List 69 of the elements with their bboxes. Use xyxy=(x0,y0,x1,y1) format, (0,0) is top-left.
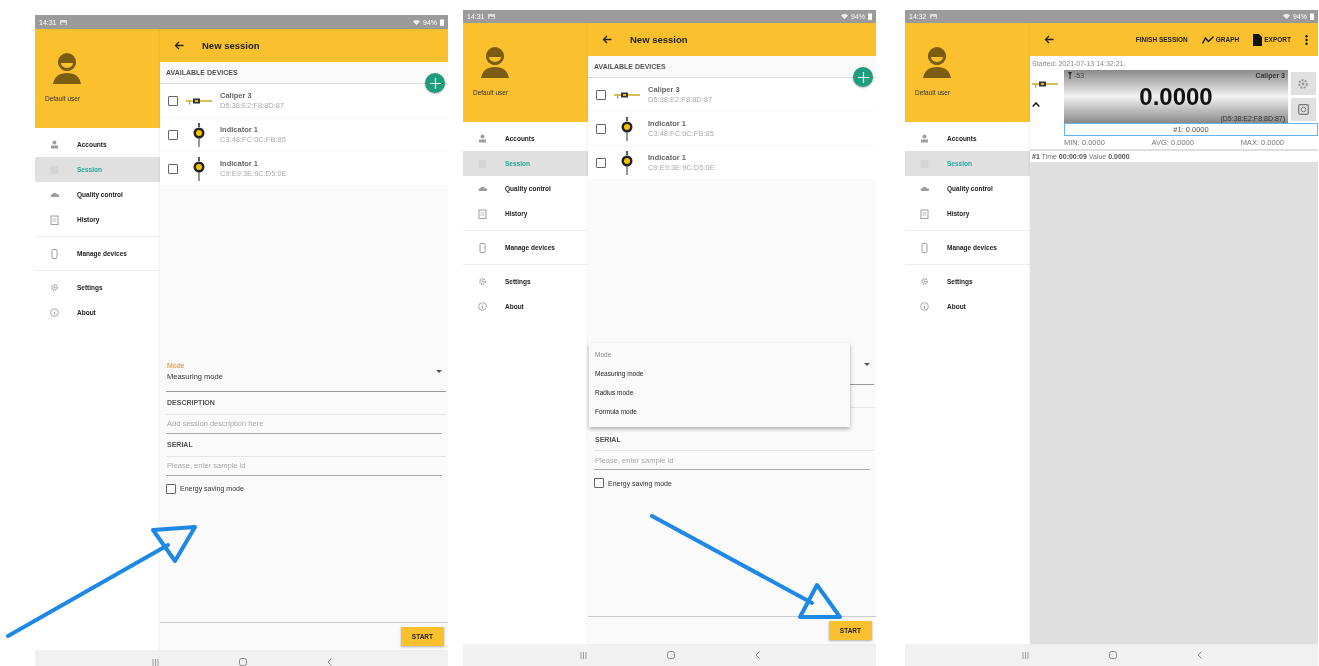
document-icon xyxy=(1253,33,1263,46)
checkbox[interactable] xyxy=(596,89,606,100)
screen-title: New session xyxy=(202,40,260,51)
camera-icon xyxy=(1297,104,1309,115)
phone-icon xyxy=(50,248,59,259)
back-icon[interactable] xyxy=(602,35,612,44)
checkbox[interactable] xyxy=(168,129,178,140)
home-icon[interactable] xyxy=(1108,651,1117,659)
caliper-icon xyxy=(614,90,640,99)
more-icon[interactable] xyxy=(1305,34,1308,45)
clipboard-icon xyxy=(50,214,59,225)
checkbox[interactable] xyxy=(168,163,178,174)
plus-icon xyxy=(429,77,441,89)
wifi-icon xyxy=(1283,14,1290,19)
add-button[interactable] xyxy=(853,67,873,87)
back-icon[interactable] xyxy=(174,41,184,50)
screen-title: New session xyxy=(630,34,688,45)
account-icon xyxy=(920,134,929,143)
image-icon xyxy=(487,14,495,19)
avatar-icon xyxy=(920,45,954,79)
gear-icon xyxy=(50,283,59,292)
avatar-icon xyxy=(50,51,84,85)
caret-icon xyxy=(864,363,870,367)
dial-indicator-icon xyxy=(193,122,205,147)
info-icon xyxy=(478,302,487,311)
wifi-icon xyxy=(841,14,848,19)
phone-icon xyxy=(478,242,487,253)
graph-icon xyxy=(1201,35,1214,44)
home-icon[interactable] xyxy=(238,658,247,666)
info-icon xyxy=(50,308,59,317)
avatar-icon xyxy=(478,45,512,79)
settings-button[interactable] xyxy=(1290,72,1316,95)
image-icon xyxy=(929,14,937,19)
battery-icon xyxy=(440,18,444,26)
checkbox[interactable] xyxy=(596,157,606,168)
chevron-up-icon[interactable] xyxy=(1032,102,1040,107)
dial-indicator-icon xyxy=(193,156,205,181)
gear-icon xyxy=(1297,77,1309,90)
account-icon xyxy=(50,140,59,149)
back-icon[interactable] xyxy=(1044,35,1054,44)
wifi-icon xyxy=(413,19,420,25)
dial-indicator-icon xyxy=(621,150,633,175)
caliper-icon xyxy=(1032,80,1058,88)
account-icon xyxy=(478,134,487,143)
cloud-icon xyxy=(920,186,929,191)
battery-icon xyxy=(868,13,872,20)
signal-icon xyxy=(1068,72,1072,79)
checkbox[interactable] xyxy=(594,478,604,489)
checkbox[interactable] xyxy=(168,95,178,106)
clipboard-icon xyxy=(478,208,487,219)
plus-icon xyxy=(857,71,869,83)
phone-icon xyxy=(920,242,929,253)
clipboard-icon xyxy=(920,208,929,219)
image-icon xyxy=(59,19,67,25)
reading-value: 0.0000 xyxy=(1139,82,1213,111)
gear-icon xyxy=(920,277,929,286)
capture-button[interactable] xyxy=(1290,98,1316,121)
dial-indicator-icon xyxy=(621,116,633,141)
checkbox[interactable] xyxy=(596,123,606,134)
add-button[interactable] xyxy=(425,73,445,93)
checkbox[interactable] xyxy=(166,483,176,494)
home-icon[interactable] xyxy=(666,651,675,659)
battery-icon xyxy=(1310,13,1314,20)
cloud-icon xyxy=(50,192,59,197)
caliper-icon xyxy=(186,96,212,105)
gear-icon xyxy=(478,277,487,286)
cloud-icon xyxy=(478,186,487,191)
info-icon xyxy=(920,302,929,311)
caret-icon xyxy=(436,369,442,373)
